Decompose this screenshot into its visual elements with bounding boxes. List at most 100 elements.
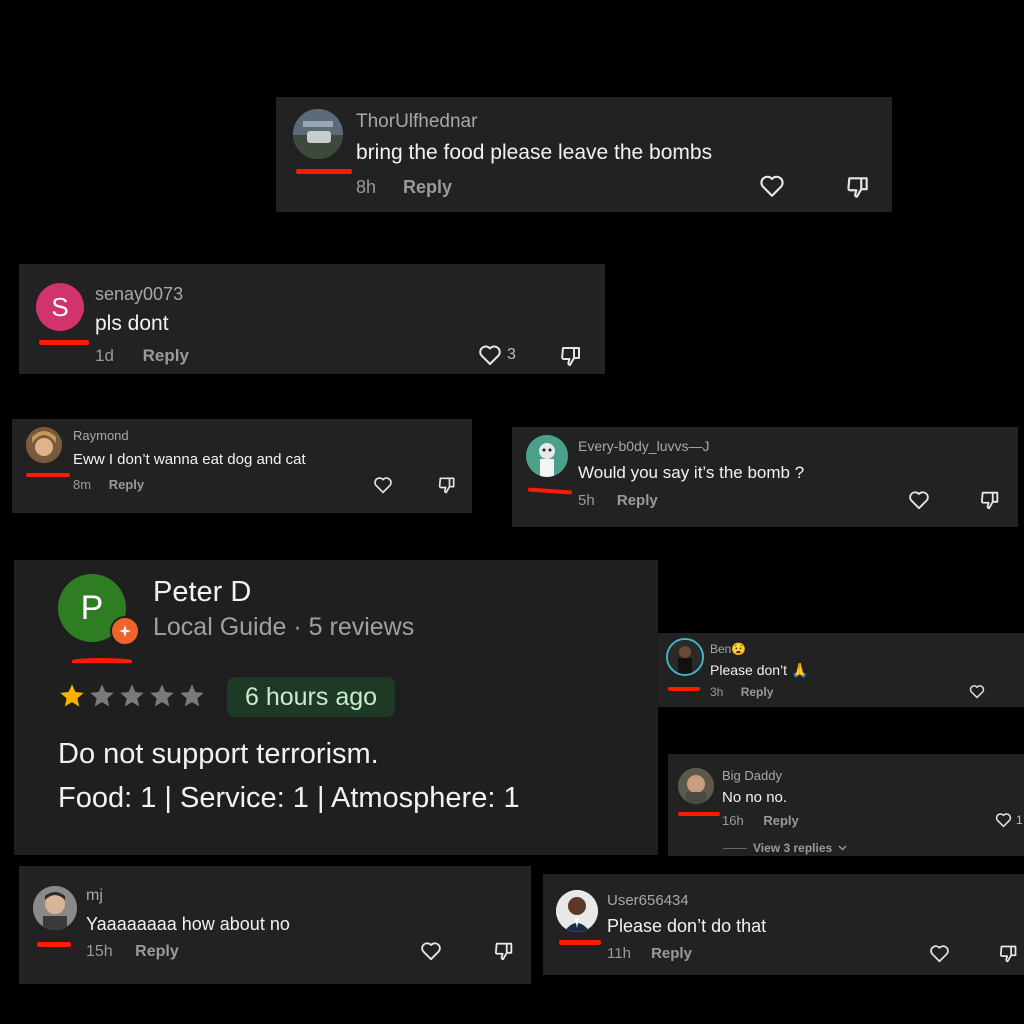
divider: [723, 847, 747, 849]
dislike-icon[interactable]: [493, 940, 515, 962]
comment-meta: 1d Reply: [95, 346, 189, 366]
avatar[interactable]: [666, 638, 704, 676]
red-underline: [296, 169, 352, 174]
comment-text: Would you say it’s the bomb ?: [578, 463, 805, 482]
heart-icon[interactable]: [929, 944, 950, 963]
red-underline: [39, 340, 89, 345]
google-review-card: P Peter D Local Guide · 5 reviews 6 hour…: [14, 560, 658, 855]
comment-username[interactable]: Ben😧: [710, 642, 746, 656]
comment-time: 1d: [95, 346, 114, 365]
dislike-icon[interactable]: [979, 489, 1001, 511]
comment-card-user656434: User656434 Please don’t do that 11h Repl…: [543, 874, 1024, 975]
star-filled-icon: [60, 684, 84, 707]
comment-card-senay0073: S senay0073 pls dont 1d Reply 3: [19, 264, 605, 374]
review-body: Do not support terrorism.: [58, 738, 379, 770]
reply-button[interactable]: Reply: [763, 813, 798, 828]
comment-meta: 8h Reply: [356, 177, 452, 198]
comment-card-thorulfhednar: ThorUlfhednar bring the food please leav…: [276, 97, 892, 212]
comment-meta: 11h Reply: [607, 945, 692, 962]
comment-time: 5h: [578, 492, 595, 509]
star-empty-icon: [90, 684, 114, 707]
red-underline: [37, 942, 71, 947]
dislike-icon[interactable]: [559, 344, 583, 368]
heart-icon[interactable]: [478, 344, 502, 366]
comment-text: Please don’t 🙏: [710, 662, 809, 678]
avatar-letter: S: [51, 291, 69, 322]
dislike-icon[interactable]: [845, 174, 871, 200]
like-count: 3: [507, 346, 516, 363]
avatar[interactable]: [556, 890, 598, 932]
comment-time: 3h: [710, 685, 724, 699]
reply-button[interactable]: Reply: [135, 943, 179, 960]
comment-time: 8m: [73, 477, 92, 492]
avatar[interactable]: [293, 109, 343, 159]
chevron-down-icon: [838, 845, 847, 851]
heart-icon[interactable]: [995, 812, 1012, 828]
comment-username[interactable]: Big Daddy: [722, 768, 782, 783]
comment-time: 15h: [86, 943, 113, 960]
comment-card-ben: Ben😧 Please don’t 🙏 3h Reply: [658, 633, 1024, 707]
comment-text: Please don’t do that: [607, 916, 767, 936]
comment-time: 11h: [607, 945, 631, 962]
dislike-icon[interactable]: [998, 943, 1019, 964]
comment-text: Yaaaaaaaa how about no: [86, 914, 290, 934]
comment-meta: 16h Reply: [722, 813, 799, 828]
dislike-icon[interactable]: [437, 475, 457, 495]
review-time-badge: 6 hours ago: [227, 677, 396, 717]
red-underline: [26, 473, 70, 477]
comment-time: 8h: [356, 177, 377, 197]
view-replies-label: View 3 replies: [753, 841, 833, 855]
comment-card-big-daddy: Big Daddy No no no. 16h Reply 1 View 3 r…: [668, 754, 1024, 856]
comment-username[interactable]: User656434: [607, 892, 689, 909]
comment-text: No no no.: [722, 789, 788, 806]
avatar[interactable]: [678, 768, 714, 804]
comment-username[interactable]: ThorUlfhednar: [356, 111, 477, 133]
local-guide-badge-icon: [110, 616, 140, 646]
red-underline: [678, 812, 720, 816]
comment-meta: 5h Reply: [578, 492, 658, 509]
avatar[interactable]: [526, 435, 568, 477]
comment-username[interactable]: senay0073: [95, 284, 183, 305]
reply-button[interactable]: Reply: [651, 945, 692, 962]
red-underline: [72, 658, 132, 663]
comment-meta: 15h Reply: [86, 943, 179, 961]
heart-icon[interactable]: [908, 490, 930, 510]
avatar[interactable]: S: [36, 283, 84, 331]
like-count: 1: [1016, 813, 1023, 827]
comment-card-raymond: Raymond Eww I don’t wanna eat dog and ca…: [12, 419, 472, 513]
comment-card-everybody-luvvs-j: Every-b0dy_luvvs—J Would you say it’s th…: [512, 427, 1018, 527]
review-scores: Food: 1 | Service: 1 | Atmosphere: 1: [58, 782, 520, 814]
comment-time: 16h: [722, 813, 744, 828]
reply-button[interactable]: Reply: [403, 177, 452, 197]
reviewer-subtitle: Local Guide · 5 reviews: [153, 613, 415, 641]
comment-text: bring the food please leave the bombs: [356, 141, 713, 164]
comment-username[interactable]: Raymond: [73, 428, 129, 443]
heart-icon[interactable]: [373, 476, 393, 494]
star-empty-icon: [180, 684, 204, 707]
reply-button[interactable]: Reply: [143, 346, 189, 365]
comment-username[interactable]: Every-b0dy_luvvs—J: [578, 438, 710, 454]
avatar-letter: P: [80, 588, 104, 627]
comment-username[interactable]: mj: [86, 887, 103, 905]
comment-meta: 8m Reply: [73, 477, 144, 492]
view-replies[interactable]: View 3 replies: [723, 841, 847, 855]
red-underline: [559, 940, 601, 945]
comment-card-mj: mj Yaaaaaaaa how about no 15h Reply: [19, 866, 531, 984]
heart-icon[interactable]: [759, 174, 785, 198]
heart-icon[interactable]: [969, 684, 985, 699]
reviewer-name[interactable]: Peter D: [153, 576, 251, 609]
heart-icon[interactable]: [420, 941, 442, 961]
comment-meta: 3h Reply: [710, 685, 773, 699]
comment-text: Eww I don’t wanna eat dog and cat: [73, 451, 306, 468]
star-rating: [58, 682, 206, 710]
red-underline: [527, 487, 573, 495]
avatar[interactable]: [33, 886, 77, 930]
reply-button[interactable]: Reply: [741, 685, 774, 699]
red-underline: [668, 687, 700, 691]
star-empty-icon: [120, 684, 144, 707]
reply-button[interactable]: Reply: [617, 492, 658, 509]
avatar[interactable]: [26, 427, 62, 463]
comment-text: pls dont: [95, 312, 169, 335]
reply-button[interactable]: Reply: [109, 477, 144, 492]
star-empty-icon: [150, 684, 174, 707]
